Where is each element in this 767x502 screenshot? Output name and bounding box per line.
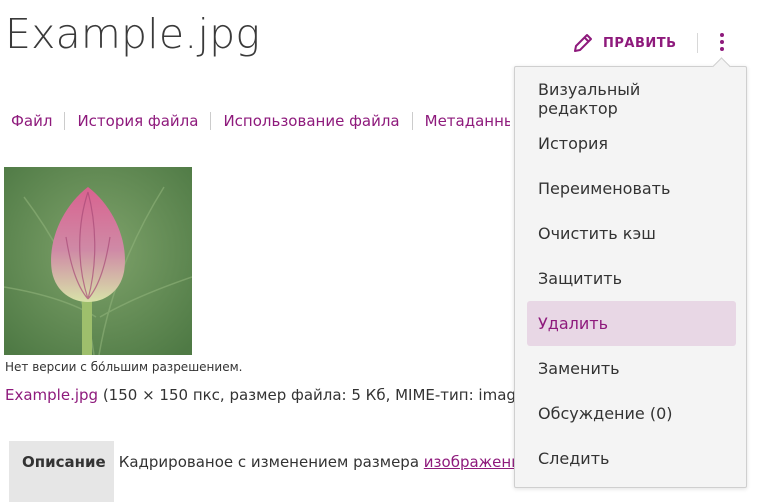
page-title: Example.jpg — [5, 10, 261, 58]
file-link[interactable]: Example.jpg — [5, 386, 98, 404]
image-caption: Нет версии с бо́льшим разрешением. — [5, 360, 243, 374]
tab-file-history[interactable]: История файла — [64, 112, 210, 130]
menu-item-visual-editor[interactable]: Визуальный редактор — [527, 76, 736, 121]
description-body: Кадрированое с изменением размера — [118, 453, 424, 471]
description-label: Описание — [9, 441, 114, 502]
kebab-menu-icon[interactable] — [712, 31, 732, 55]
file-info: Example.jpg (150 × 150 пкс, размер файла… — [5, 386, 515, 404]
file-tabs: Файл История файла Использование файла М… — [0, 108, 510, 134]
description-link[interactable]: изображение — [424, 453, 514, 471]
menu-item-history[interactable]: История — [527, 121, 736, 166]
lotus-bud-photo[interactable] — [4, 167, 192, 355]
edit-button-label: ПРАВИТЬ — [603, 35, 677, 51]
description-row: Описание Кадрированое с изменением разме… — [9, 441, 514, 502]
menu-item-replace[interactable]: Заменить — [527, 346, 736, 391]
menu-item-protect[interactable]: Защитить — [527, 256, 736, 301]
pencil-icon — [574, 34, 592, 52]
tab-file-usage[interactable]: Использование файла — [210, 112, 411, 130]
menu-item-purge-cache[interactable]: Очистить кэш — [527, 211, 736, 256]
menu-item-watch[interactable]: Следить — [527, 436, 736, 481]
tab-metadata[interactable]: Метаданные — [411, 112, 510, 130]
menu-item-delete[interactable]: Удалить — [527, 301, 736, 346]
edit-button[interactable]: ПРАВИТЬ — [571, 31, 677, 55]
description-text: Кадрированое с изменением размера изобра… — [114, 441, 514, 502]
toolbar-divider — [697, 33, 698, 53]
file-details: (150 × 150 пкс, размер файла: 5 Кб, MIME… — [102, 386, 515, 404]
tab-file[interactable]: Файл — [0, 112, 64, 130]
menu-item-rename[interactable]: Переименовать — [527, 166, 736, 211]
more-actions-menu: Визуальный редактор История Переименоват… — [514, 66, 747, 488]
menu-item-discussion[interactable]: Обсуждение (0) — [527, 391, 736, 436]
